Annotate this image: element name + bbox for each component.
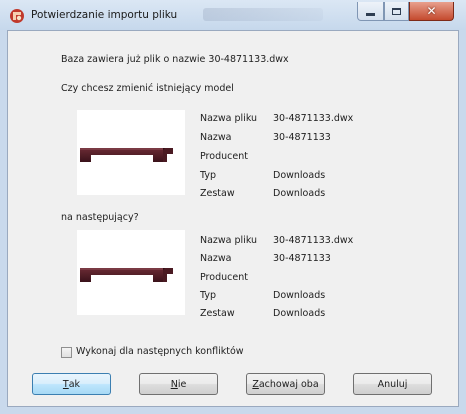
model-preview-image: [80, 148, 173, 162]
existing-value-set: Downloads: [273, 188, 326, 199]
close-button[interactable]: ✕: [409, 2, 454, 21]
apply-to-next-label[interactable]: Wykonaj dla następnych konfliktów: [76, 346, 244, 357]
no-mnemonic: N: [170, 378, 178, 390]
import-confirmation-dialog: Potwierdzanie importu pliku ✕ Baza zawie…: [0, 0, 466, 414]
existing-file-message: Baza zawiera już plik o nazwie 30-487113…: [61, 54, 289, 65]
yes-button[interactable]: Tak: [32, 373, 111, 395]
existing-label-set: Zestaw: [200, 188, 235, 199]
model-preview-image: [80, 268, 173, 282]
window-frame-left: [0, 30, 7, 414]
title-bar[interactable]: Potwierdzanie importu pliku ✕: [0, 0, 466, 31]
new-value-filename: 30-4871133.dwx: [273, 235, 354, 246]
existing-label-filename: Nazwa pliku: [200, 113, 258, 124]
background-title-reflection: [203, 8, 323, 21]
no-label-rest: ie: [177, 378, 187, 390]
cancel-button[interactable]: Anuluj: [353, 373, 432, 395]
existing-value-name: 30-4871133: [273, 132, 331, 143]
existing-label-manufacturer: Producent: [200, 151, 248, 162]
new-label-set: Zestaw: [200, 308, 235, 319]
minimize-button[interactable]: [357, 2, 384, 21]
new-label-type: Typ: [200, 290, 216, 301]
minimize-icon: [366, 12, 375, 16]
maximize-button[interactable]: [384, 2, 409, 21]
existing-value-filename: 30-4871133.dwx: [273, 113, 354, 124]
window-frame-bottom: [0, 407, 466, 414]
new-value-type: Downloads: [273, 290, 326, 301]
new-value-name: 30-4871133: [273, 253, 331, 264]
existing-label-type: Typ: [200, 170, 216, 181]
new-model-thumbnail: [77, 230, 185, 315]
replace-question: Czy chcesz zmienić istniejący model: [61, 83, 234, 94]
existing-label-name: Nazwa: [200, 132, 232, 143]
yes-label-rest: ak: [68, 378, 81, 390]
existing-value-type: Downloads: [273, 170, 326, 181]
no-button[interactable]: Nie: [139, 373, 218, 395]
new-value-set: Downloads: [273, 308, 326, 319]
window-frame-right: [459, 30, 466, 414]
new-label-filename: Nazwa pliku: [200, 235, 258, 246]
replace-with-question: na następujący?: [61, 212, 139, 223]
app-logo-icon: [10, 9, 24, 23]
cancel-label: Anuluj: [377, 378, 408, 390]
window-title: Potwierdzanie importu pliku: [31, 9, 178, 21]
close-icon: ✕: [426, 4, 437, 18]
maximize-icon: [392, 7, 401, 15]
keep-both-button[interactable]: Zachowaj oba: [246, 373, 325, 395]
keep-both-label-rest: achowaj oba: [258, 378, 319, 390]
new-label-manufacturer: Producent: [200, 272, 248, 283]
dialog-client-area: Baza zawiera już plik o nazwie 30-487113…: [7, 30, 459, 407]
existing-model-thumbnail: [77, 110, 185, 195]
new-label-name: Nazwa: [200, 253, 232, 264]
apply-to-next-checkbox[interactable]: [61, 347, 72, 358]
